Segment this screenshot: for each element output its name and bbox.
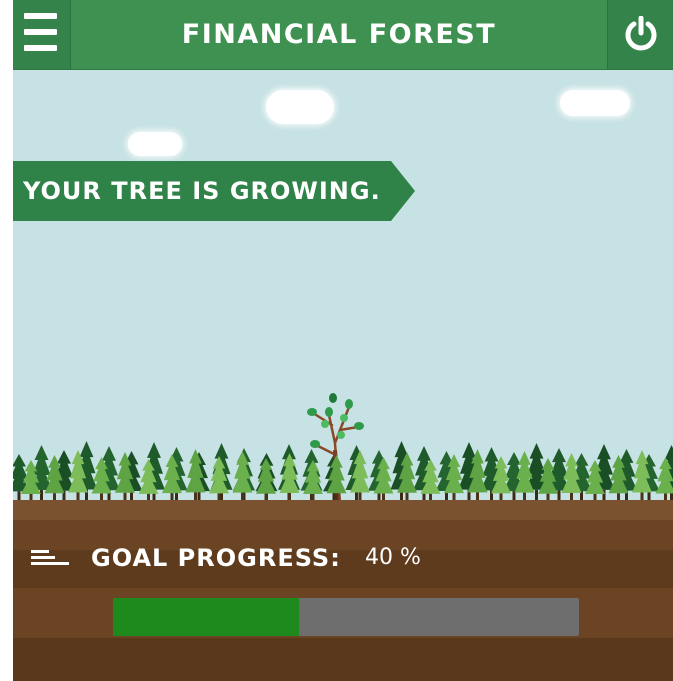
menu-button[interactable] (13, 0, 71, 69)
forest-scene (13, 393, 673, 502)
app-screen: FINANCIAL FOREST YOUR TREE IS GROWING. G… (13, 0, 673, 681)
power-button[interactable] (607, 0, 673, 69)
cloud (560, 90, 630, 116)
goal-progress-value: 40 % (365, 545, 421, 570)
power-icon (625, 16, 657, 51)
app-title: FINANCIAL FOREST (181, 19, 497, 50)
list-lines-icon (31, 550, 69, 565)
top-bar: FINANCIAL FOREST (13, 0, 673, 70)
soil-ground (13, 500, 673, 681)
status-message: YOUR TREE IS GROWING. (23, 177, 381, 205)
goal-progress-label: GOAL PROGRESS: (91, 544, 341, 572)
goal-progress-fill (113, 598, 300, 636)
cloud (128, 132, 182, 156)
goal-progress-bar (113, 598, 579, 636)
status-banner: YOUR TREE IS GROWING. (13, 161, 415, 221)
cloud (266, 90, 334, 124)
